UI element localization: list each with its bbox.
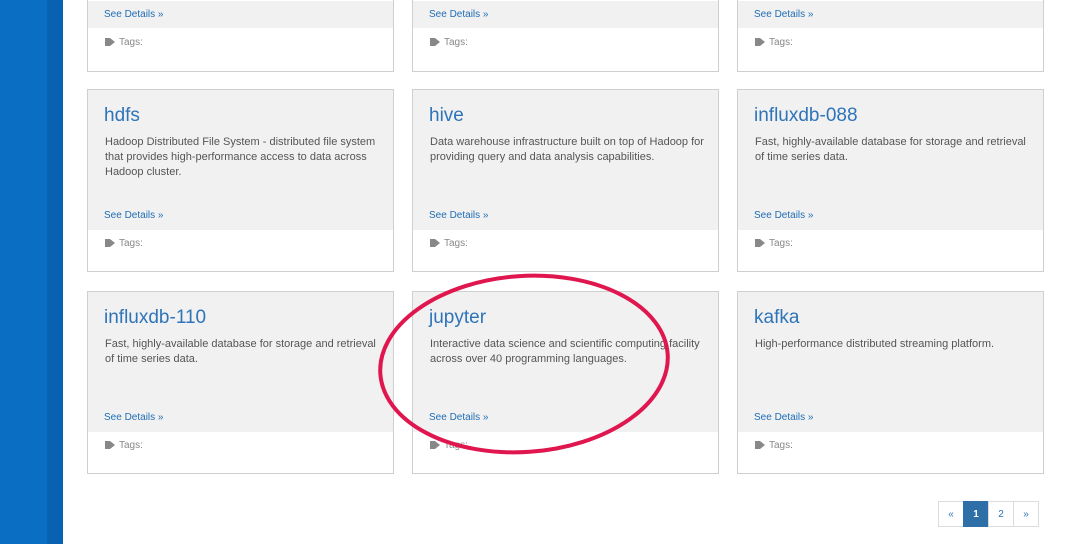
tags-label: Tags: — [754, 440, 793, 451]
tags-label: Tags: — [429, 37, 468, 48]
package-card-kafka: kafka High-performance distributed strea… — [737, 291, 1044, 474]
tags-label: Tags: — [104, 238, 143, 249]
package-card-hive: hive Data warehouse infrastructure built… — [412, 89, 719, 272]
see-details-link[interactable]: See Details » — [754, 412, 813, 423]
tags-label: Tags: — [754, 238, 793, 249]
tags-icon — [105, 38, 115, 47]
card-title[interactable]: hdfs — [104, 105, 140, 127]
see-details-link[interactable]: See Details » — [429, 210, 488, 221]
see-details-link[interactable]: See Details » — [104, 210, 163, 221]
pagination-page-1[interactable]: 1 — [963, 501, 989, 527]
tags-label: Tags: — [104, 37, 143, 48]
see-details-link[interactable]: See Details » — [104, 9, 163, 20]
tags-icon — [430, 38, 440, 47]
card-title[interactable]: influxdb-110 — [104, 307, 206, 329]
card-partial: See Details » Tags: — [87, 0, 394, 72]
card-title[interactable]: hive — [429, 105, 464, 127]
package-card-jupyter: jupyter Interactive data science and sci… — [412, 291, 719, 474]
tags-icon — [430, 239, 440, 248]
card-description: Hadoop Distributed File System - distrib… — [105, 136, 376, 178]
package-card-hdfs: hdfs Hadoop Distributed File System - di… — [87, 89, 394, 272]
see-details-link[interactable]: See Details » — [429, 9, 488, 20]
card-description: Fast, highly-available database for stor… — [105, 338, 376, 365]
tags-icon — [105, 239, 115, 248]
tags-icon — [755, 441, 765, 450]
tags-label: Tags: — [429, 238, 468, 249]
pagination: « 1 2 » — [938, 501, 1039, 527]
card-description: Data warehouse infrastructure built on t… — [430, 136, 704, 163]
card-title[interactable]: kafka — [754, 307, 799, 329]
tags-icon — [755, 239, 765, 248]
card-description: Interactive data science and scientific … — [430, 338, 700, 365]
tags-label: Tags: — [429, 440, 468, 451]
see-details-link[interactable]: See Details » — [754, 9, 813, 20]
tags-icon — [105, 441, 115, 450]
card-partial: See Details » Tags: — [737, 0, 1044, 72]
tags-icon — [755, 38, 765, 47]
package-card-influxdb-088: influxdb-088 Fast, highly-available data… — [737, 89, 1044, 272]
card-title[interactable]: influxdb-088 — [754, 105, 858, 127]
card-description: Fast, highly-available database for stor… — [755, 136, 1026, 163]
tags-label: Tags: — [754, 37, 793, 48]
pagination-next-button[interactable]: » — [1013, 501, 1039, 527]
package-card-influxdb-110: influxdb-110 Fast, highly-available data… — [87, 291, 394, 474]
sidebar-edge — [47, 0, 63, 544]
card-partial: See Details » Tags: — [412, 0, 719, 72]
card-description: High-performance distributed streaming p… — [755, 338, 995, 350]
card-title[interactable]: jupyter — [429, 307, 486, 329]
tags-icon — [430, 441, 440, 450]
tags-label: Tags: — [104, 440, 143, 451]
pagination-prev-button[interactable]: « — [938, 501, 964, 527]
see-details-link[interactable]: See Details » — [429, 412, 488, 423]
pagination-page-2[interactable]: 2 — [988, 501, 1014, 527]
see-details-link[interactable]: See Details » — [104, 412, 163, 423]
see-details-link[interactable]: See Details » — [754, 210, 813, 221]
